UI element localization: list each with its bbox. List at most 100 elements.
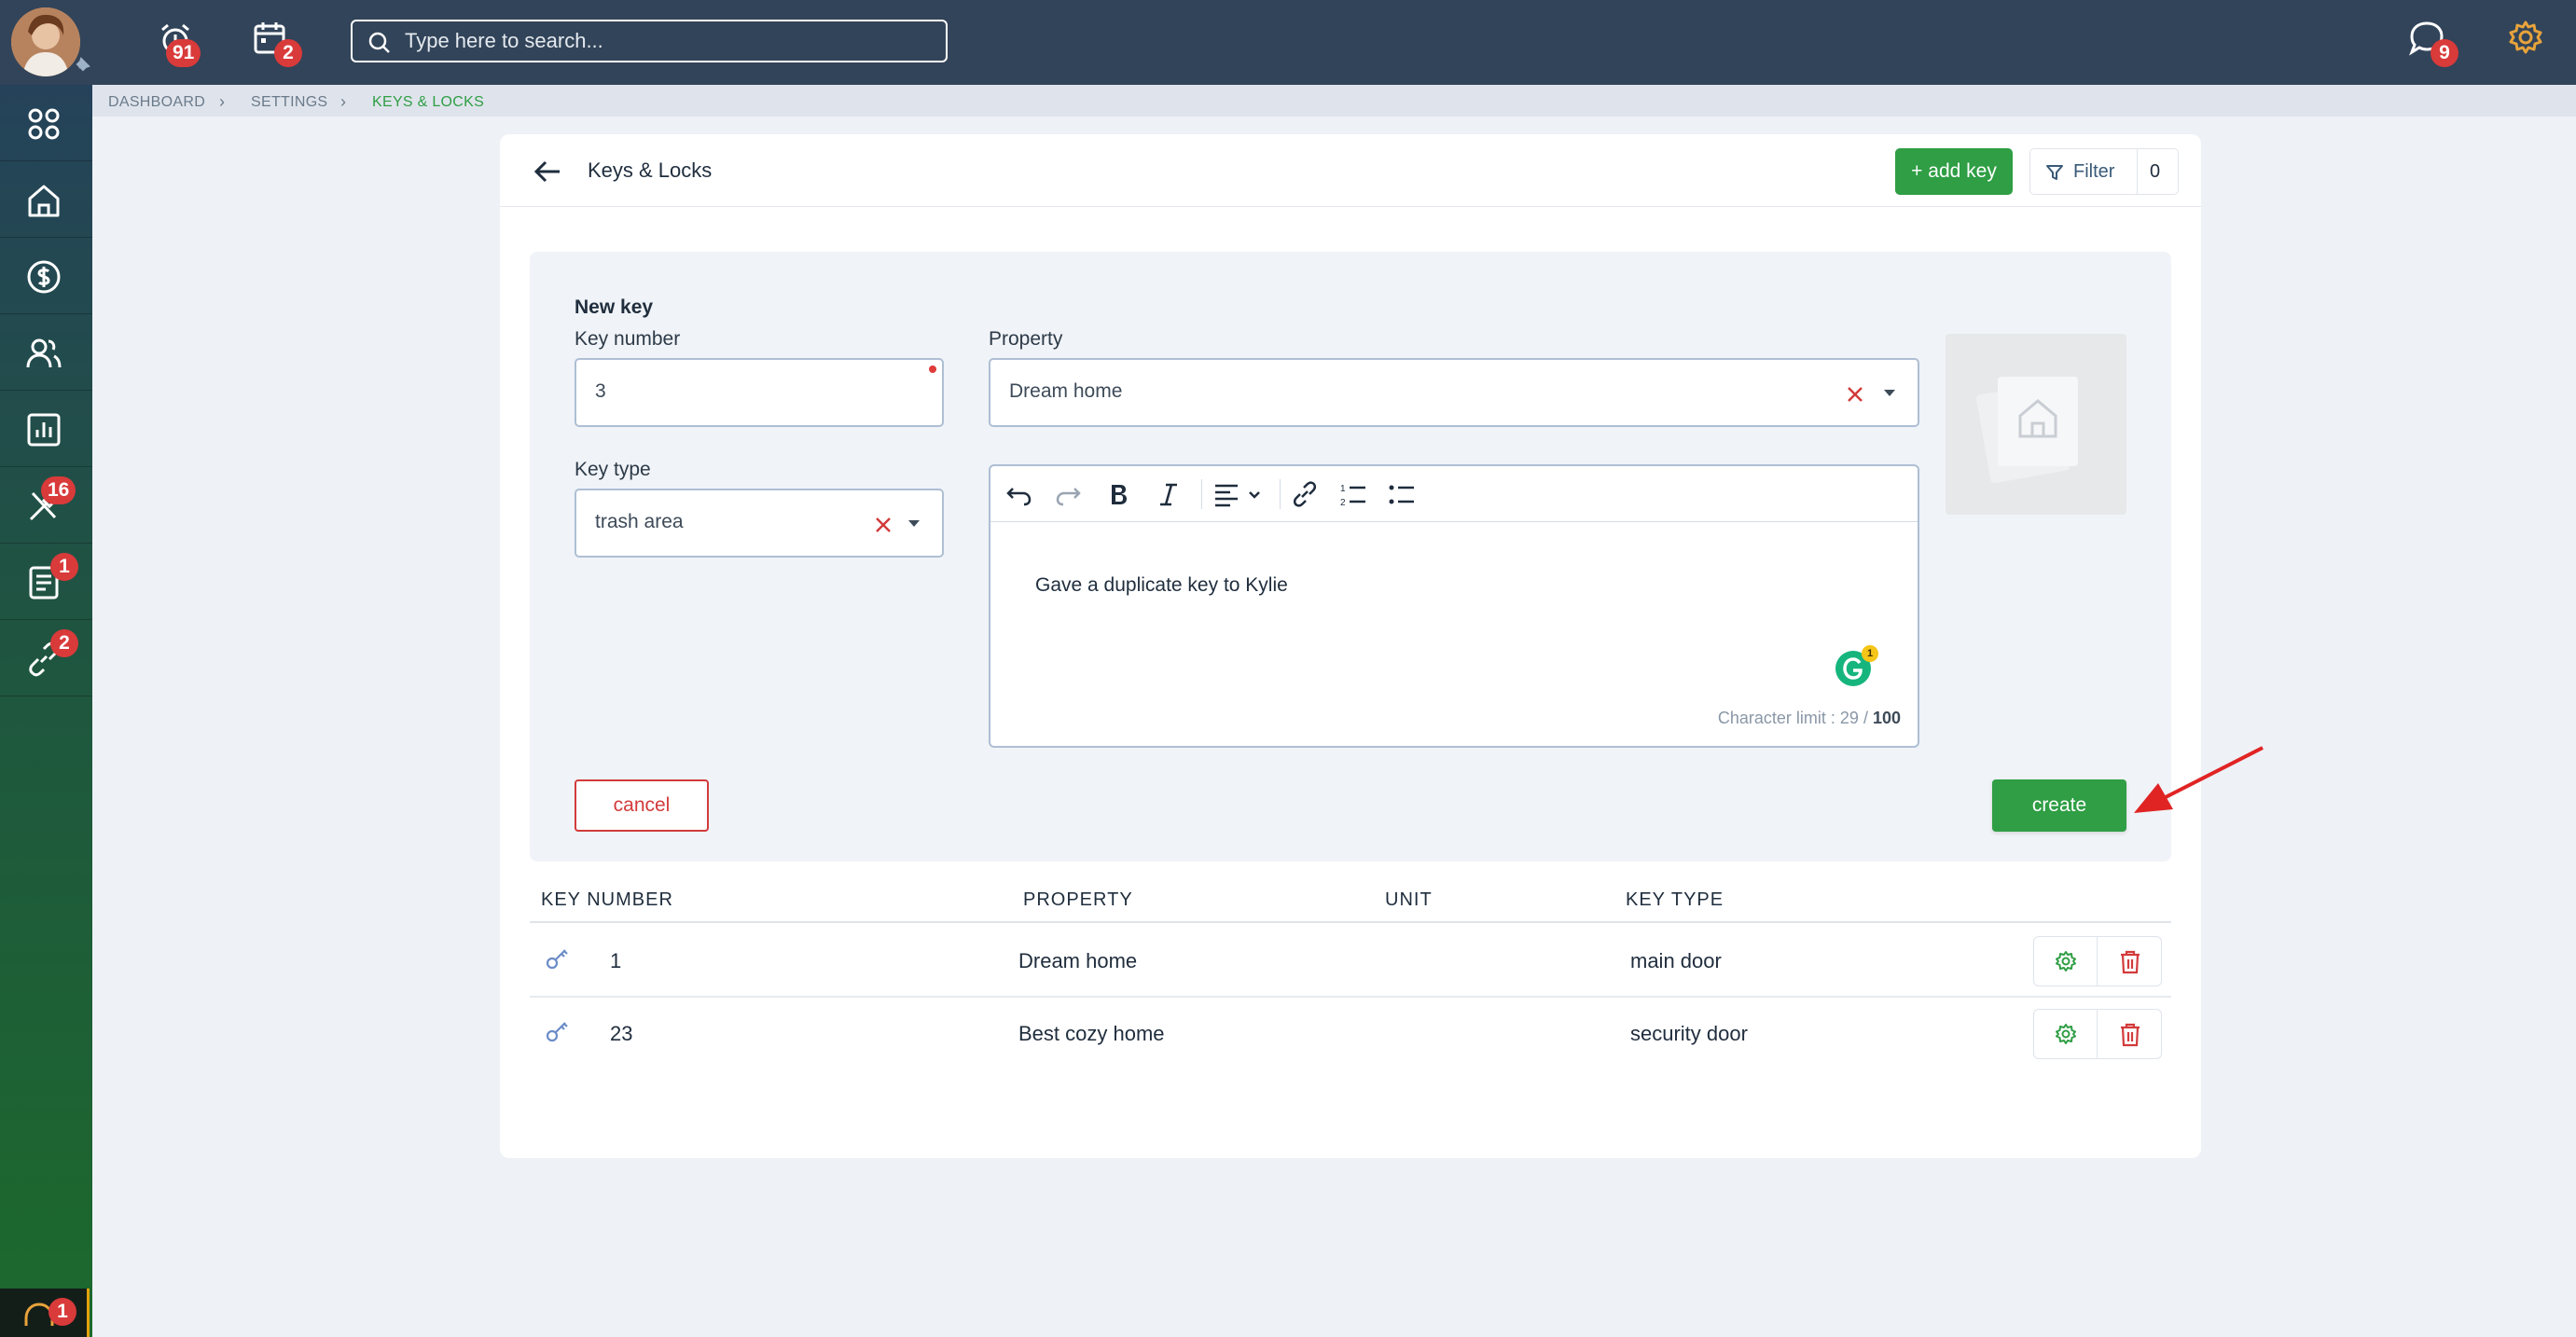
key-icon — [546, 949, 568, 970]
table-row[interactable]: 23 Best cozy home security door — [530, 998, 2171, 1070]
toolbar-separator — [1201, 479, 1202, 509]
required-indicator — [929, 365, 936, 373]
documents-badge: 1 — [50, 553, 78, 581]
trash-icon — [2121, 1023, 2140, 1047]
pin-icon — [76, 57, 90, 72]
breadcrumb: DASHBOARD › SETTINGS › KEYS & LOCKS — [92, 85, 2576, 117]
chevron-down-icon[interactable] — [908, 520, 920, 527]
cell-key-type: main door — [1630, 949, 1722, 972]
settings-button[interactable] — [2507, 17, 2555, 65]
chevron-down-icon[interactable] — [1884, 390, 1895, 396]
sidebar-item-integrations[interactable]: 2 — [0, 620, 92, 696]
cell-key-type: security door — [1630, 1022, 1748, 1045]
key-number-label: Key number — [575, 328, 681, 350]
filter-count: 0 — [2150, 161, 2161, 182]
redo-icon[interactable] — [1054, 481, 1082, 507]
property-label: Property — [989, 328, 1063, 350]
sidebar-item-finance[interactable] — [0, 238, 92, 314]
column-header-property[interactable]: PROPERTY — [1023, 889, 1133, 911]
property-value: Dream home — [1009, 380, 1123, 402]
delete-key-button[interactable] — [2098, 1010, 2162, 1058]
char-count: 29 — [1839, 709, 1859, 727]
key-type-select[interactable]: trash area — [575, 489, 944, 558]
dollar-icon — [27, 260, 61, 294]
cancel-button[interactable]: cancel — [575, 779, 709, 832]
notes-editor: 1 2 Gave a duplicate key to Kylie 1 Char… — [989, 464, 1919, 748]
undo-icon[interactable] — [1005, 481, 1033, 507]
trash-icon — [2121, 950, 2140, 974]
integrations-badge: 2 — [50, 629, 78, 657]
edit-key-button[interactable] — [2034, 937, 2098, 986]
new-key-form: New key Key number 3 Property Dream home… — [530, 252, 2171, 861]
numbered-list-icon[interactable]: 1 2 — [1339, 481, 1367, 507]
messages-badge: 9 — [2431, 39, 2458, 67]
sidebar-item-reports[interactable] — [0, 391, 92, 467]
column-header-key-number[interactable]: KEY NUMBER — [541, 889, 673, 911]
filter-label: Filter — [2073, 161, 2115, 182]
calendar-button[interactable]: 2 — [250, 17, 302, 67]
calendar-badge: 2 — [274, 39, 302, 67]
chart-icon — [27, 413, 61, 447]
char-limit-label: Character limit : — [1717, 709, 1840, 727]
maintenance-badge: 16 — [41, 476, 76, 504]
sidebar-item-apps[interactable] — [0, 85, 92, 161]
property-select[interactable]: Dream home — [989, 358, 1919, 427]
key-number-input[interactable]: 3 — [575, 358, 944, 427]
sidebar-item-documents[interactable]: 1 — [0, 544, 92, 620]
filter-button[interactable]: Filter 0 — [2029, 148, 2179, 195]
search-box[interactable] — [351, 20, 948, 62]
bold-icon[interactable] — [1104, 481, 1132, 507]
filter-divider — [2137, 149, 2138, 194]
top-bar: 91 2 9 — [0, 0, 2576, 85]
search-icon — [368, 32, 390, 53]
property-photo — [1946, 334, 2126, 515]
user-avatar[interactable] — [11, 7, 80, 76]
edit-key-button[interactable] — [2034, 1010, 2098, 1058]
keys-locks-card: Keys & Locks + add key Filter 0 New key … — [500, 134, 2201, 1158]
page-title: Keys & Locks — [588, 159, 713, 182]
grammarly-button[interactable]: 1 — [1835, 645, 1878, 686]
table-row[interactable]: 1 Dream home main door — [530, 925, 2171, 998]
messages-button[interactable]: 9 — [2406, 17, 2458, 67]
key-icon — [546, 1022, 568, 1042]
toolbar-separator — [1280, 479, 1281, 509]
sidebar-item-home[interactable] — [0, 161, 92, 238]
key-type-value: trash area — [595, 511, 684, 532]
form-title: New key — [575, 296, 654, 318]
editor-toolbar: 1 2 — [990, 466, 1918, 522]
annotation-arrow-icon — [2134, 746, 2264, 813]
sidebar-item-people[interactable] — [0, 314, 92, 391]
column-header-unit[interactable]: UNIT — [1385, 889, 1433, 911]
column-header-key-type[interactable]: KEY TYPE — [1626, 889, 1724, 911]
users-icon — [26, 338, 62, 368]
apps-grid-icon — [28, 108, 60, 140]
breadcrumb-settings[interactable]: SETTINGS — [251, 94, 327, 111]
breadcrumb-dashboard[interactable]: DASHBOARD — [108, 94, 205, 111]
back-arrow-icon[interactable] — [532, 158, 563, 186]
italic-icon[interactable] — [1155, 481, 1183, 507]
add-key-button[interactable]: + add key — [1895, 148, 2013, 195]
clear-property-icon[interactable] — [1847, 386, 1863, 403]
house-placeholder-icon — [1975, 377, 2078, 484]
delete-key-button[interactable] — [2098, 937, 2162, 986]
filter-icon — [2046, 165, 2063, 180]
notes-text[interactable]: Gave a duplicate key to Kylie — [1035, 574, 1288, 597]
gear-icon — [2056, 1024, 2076, 1044]
char-max: 100 — [1872, 709, 1901, 727]
row-actions — [2033, 936, 2162, 986]
cell-property: Dream home — [1018, 949, 1138, 972]
bullet-list-icon[interactable] — [1388, 481, 1416, 507]
search-input[interactable] — [405, 27, 927, 55]
create-button[interactable]: create — [1992, 779, 2126, 832]
clear-key-type-icon[interactable] — [875, 517, 892, 533]
link-icon[interactable] — [1291, 481, 1319, 507]
grammarly-badge: 1 — [1862, 645, 1878, 662]
sidebar-item-maintenance[interactable]: 16 — [0, 467, 92, 544]
svg-text:2: 2 — [1340, 498, 1346, 507]
support-button[interactable]: 1 — [0, 1289, 90, 1337]
notifications-button[interactable]: 91 — [153, 17, 201, 67]
support-badge: 1 — [48, 1298, 76, 1326]
breadcrumb-separator: › — [219, 92, 225, 111]
card-header: Keys & Locks + add key Filter 0 — [500, 134, 2201, 207]
align-left-icon[interactable] — [1212, 481, 1265, 507]
